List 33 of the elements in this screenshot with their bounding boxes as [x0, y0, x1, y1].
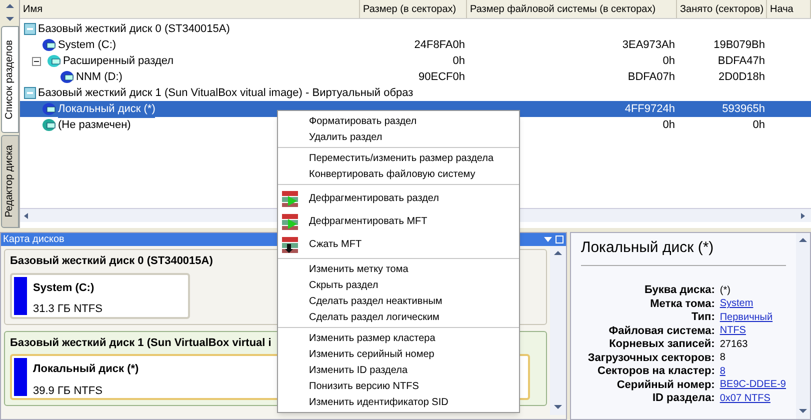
- table-cell: 90ECF0h: [418, 71, 465, 83]
- table-cell: 19B079Bh: [714, 39, 765, 51]
- disk-title: Базовый жесткий диск 1 (Sun VirtualBox virtual i: [10, 336, 272, 350]
- table-cell: 0h: [662, 119, 675, 131]
- property-label: Тип:: [690, 310, 715, 325]
- property-label: Секторов на кластер:: [596, 364, 715, 379]
- partition-name: Локальный диск (*): [33, 362, 139, 377]
- property-label: Серийный номер:: [616, 378, 715, 392]
- property-label: Корневых записей:: [608, 337, 715, 352]
- property-value: 27163: [720, 338, 748, 352]
- table-cell: BDFA47h: [718, 55, 765, 67]
- table-cell: 0h: [452, 55, 465, 67]
- partition-size: 31.3 ГБ NTFS: [33, 302, 102, 317]
- property-value: (*): [720, 284, 730, 298]
- property-value: 8: [720, 351, 726, 366]
- partition-size: 39.9 ГБ NTFS: [33, 384, 104, 398]
- property-label: Загрузочных секторов:: [586, 350, 715, 366]
- table-cell: BDFA07h: [628, 71, 675, 83]
- table-cell: 0h: [662, 55, 675, 67]
- panel-title: Карта дисков: [3, 233, 64, 247]
- table-cell: 3EA973Ah: [622, 39, 675, 51]
- info-title: Локальный диск (*): [580, 237, 786, 266]
- table-cell: 24F8FA0h: [414, 39, 465, 51]
- table-cell: 4FF9724h: [624, 103, 675, 115]
- property-label: Буква диска:: [644, 283, 715, 298]
- property-label: Файловая система:: [608, 324, 715, 338]
- table-cell: 2D0D18h: [718, 71, 765, 83]
- table-cell: 0h: [752, 119, 765, 131]
- table-cell: 593965h: [722, 103, 765, 115]
- partition-name: System (C:): [33, 280, 96, 296]
- property-label: Метка тома:: [649, 296, 715, 312]
- property-label: ID раздела:: [651, 391, 715, 406]
- disk-title: Базовый жесткий диск 0 (ST340015A): [10, 254, 213, 269]
